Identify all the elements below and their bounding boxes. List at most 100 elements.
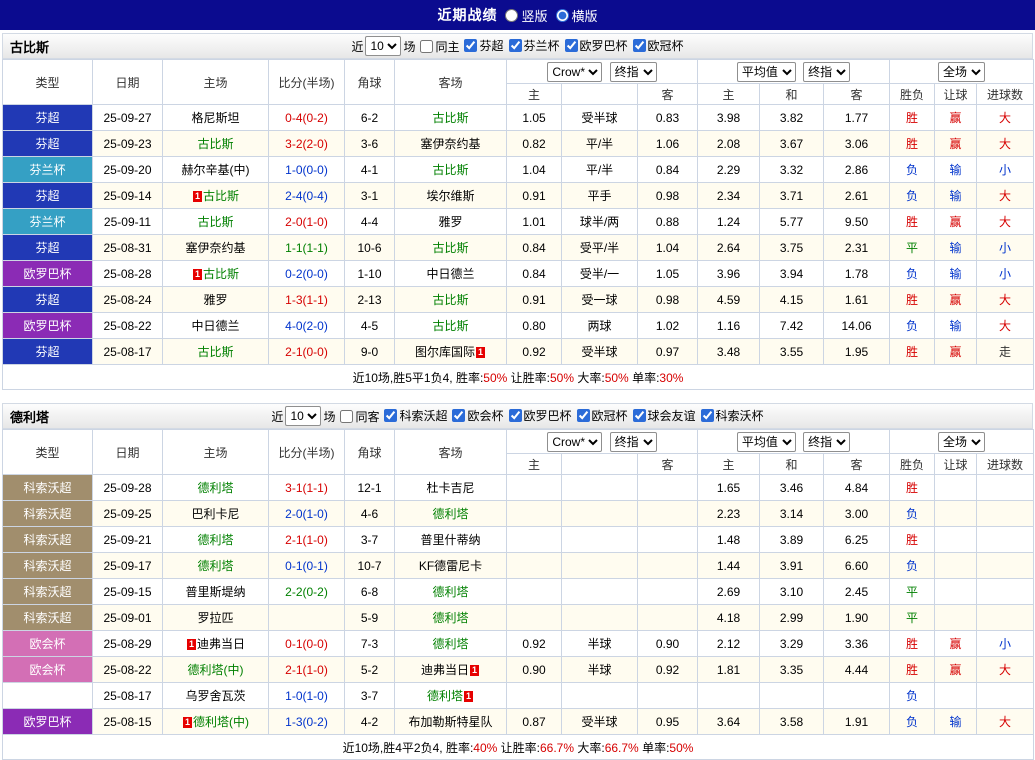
euro-index-select[interactable]: 终指 (803, 61, 851, 82)
league-checkbox[interactable] (508, 409, 522, 422)
team-cell-content: 1 古比斯 (192, 189, 239, 203)
same-venue-option[interactable]: 同主 (415, 38, 459, 55)
goals-result-cell (976, 552, 1035, 579)
team-name-text: 德利塔 (197, 481, 234, 495)
asia-index-select[interactable]: 终指 (609, 61, 657, 82)
league-label: 欧会杯 (467, 409, 504, 423)
league-filter-option[interactable]: 欧罗巴杯 (560, 37, 628, 54)
same-venue-option[interactable]: 同客 (335, 408, 379, 425)
handicap-result-cell: 赢 (934, 630, 978, 657)
corner-score: 10-7 (344, 552, 395, 579)
summary-value: 50% (669, 740, 694, 755)
team-name-text: 布加勒斯特星队 (408, 715, 493, 729)
page-title: 近期战绩 (437, 7, 498, 23)
scope-select[interactable]: 全场 (938, 431, 986, 452)
league-filter-option[interactable]: 欧冠杯 (628, 37, 684, 54)
asia-away-odds: 0.88 (637, 208, 698, 235)
league-type-cell: 科索沃超 (2, 500, 93, 527)
euro-away-odds (822, 682, 891, 709)
euro-draw-odds: 3.89 (759, 526, 824, 553)
league-checkbox[interactable] (384, 409, 398, 422)
layout-horizontal-option[interactable]: 横版 (548, 6, 598, 25)
league-filter-option[interactable]: 欧会杯 (447, 407, 504, 424)
score-cell: 0-1(0-0) (268, 630, 345, 657)
summary-row: 近10场,胜4平2负4, 胜率:40% 让胜率:66.7% 大率:66.7% 单… (1, 734, 1035, 760)
match-date: 25-09-17 (92, 552, 163, 579)
league-checkbox[interactable] (700, 409, 714, 422)
corner-score: 9-0 (344, 338, 395, 365)
goals-result-cell: 小 (976, 260, 1035, 287)
asia-home-odds (506, 578, 562, 605)
euro-company-select[interactable]: 平均值 (736, 61, 796, 82)
match-count-select[interactable]: 10 (285, 406, 322, 426)
col-header-away: 客场 (394, 429, 507, 475)
league-filter-option[interactable]: 球会友谊 (628, 407, 696, 424)
away-team: 德利塔 (394, 500, 507, 527)
league-checkbox[interactable] (508, 39, 522, 52)
asia-home-odds: 0.90 (506, 656, 562, 683)
horizontal-layout-radio[interactable] (555, 8, 569, 22)
asia-index-select[interactable]: 终指 (609, 431, 657, 452)
league-filter-option[interactable]: 科索沃超 (379, 407, 447, 424)
team-name-text: 塞伊奈约基 (420, 137, 481, 151)
team-name-text: 德利塔 (432, 585, 469, 599)
vertical-layout-radio[interactable] (505, 8, 519, 22)
league-type-cell: 芬超 (2, 286, 93, 313)
euro-index-select[interactable]: 终指 (803, 431, 851, 452)
home-team: 德利塔 (162, 526, 269, 553)
match-row: 芬兰杯 25-09-20 赫尔辛基(中) 1-0(0-0) 4-1 古比斯 1.04 平/半 0… (2, 156, 1035, 183)
result-cell: 负 (889, 500, 936, 527)
league-filter-option[interactable]: 欧冠杯 (572, 407, 628, 424)
league-label: 科索沃超 (399, 409, 448, 423)
match-date: 25-09-23 (92, 130, 163, 157)
league-checkbox[interactable] (632, 409, 646, 422)
score-cell: 1-0(0-0) (268, 156, 345, 183)
score-cell: 2-0(1-0) (268, 500, 345, 527)
asia-line: 半球 (561, 656, 638, 683)
scope-select[interactable]: 全场 (938, 61, 986, 82)
league-checkbox[interactable] (576, 409, 590, 422)
results-table: 类型 日期 主场 比分(半场) 角球 客场 Crow* 终指 平均值 终指 全场… (1, 429, 1035, 760)
team-name-text: 古比斯 (432, 319, 469, 333)
euro-home-odds: 2.69 (697, 578, 760, 605)
same-venue-checkbox[interactable] (420, 39, 434, 53)
league-checkbox[interactable] (632, 39, 646, 52)
league-checkbox[interactable] (452, 409, 466, 422)
asia-home-odds: 0.87 (506, 708, 562, 735)
match-row: 欧罗巴杯 25-08-22 中日德兰 4-0(2-0) 4-5 古比斯 0.80 两球 1.02… (2, 312, 1035, 339)
league-checkbox[interactable] (464, 39, 478, 52)
asia-home-header: 主 (506, 83, 562, 105)
asia-line: 两球 (561, 312, 638, 339)
same-venue-checkbox[interactable] (340, 409, 354, 423)
handicap-result-cell (934, 604, 978, 631)
corner-score: 5-9 (344, 604, 395, 631)
league-filter-option[interactable]: 芬兰杯 (504, 37, 560, 54)
asia-home-header: 主 (506, 453, 562, 475)
asia-company-select[interactable]: Crow* (547, 431, 603, 452)
euro-draw-odds: 3.58 (759, 708, 824, 735)
euro-home-odds: 2.08 (697, 130, 760, 157)
euro-company-select[interactable]: 平均值 (736, 431, 796, 452)
euro-away-odds: 2.45 (822, 578, 891, 605)
match-date: 25-09-20 (92, 156, 163, 183)
league-type-cell: 芬超 (2, 182, 93, 209)
goals-result-cell: 走 (976, 338, 1035, 365)
team-name: 古比斯 (10, 39, 50, 55)
asia-home-odds (506, 552, 562, 579)
league-checkbox[interactable] (564, 39, 578, 52)
layout-vertical-option[interactable]: 竖版 (497, 6, 548, 25)
euro-home-header: 主 (697, 83, 760, 105)
league-type-cell: 芬超 (2, 130, 93, 157)
league-filter-option[interactable]: 欧罗巴杯 (504, 407, 572, 424)
match-count-select[interactable]: 10 (365, 36, 402, 56)
league-filter-option[interactable]: 芬超 (459, 37, 504, 54)
summary-label: 大率: (574, 370, 605, 385)
team-cell-content: 罗拉匹 (197, 611, 233, 625)
euro-away-odds: 2.86 (822, 156, 891, 183)
league-filter-option[interactable]: 科索沃杯 (696, 407, 764, 424)
handicap-result-cell: 输 (934, 156, 978, 183)
summary-label: 单率: (628, 370, 660, 385)
euro-draw-odds: 5.77 (759, 208, 824, 235)
euro-home-odds: 3.64 (697, 708, 760, 735)
asia-company-select[interactable]: Crow* (547, 61, 603, 82)
